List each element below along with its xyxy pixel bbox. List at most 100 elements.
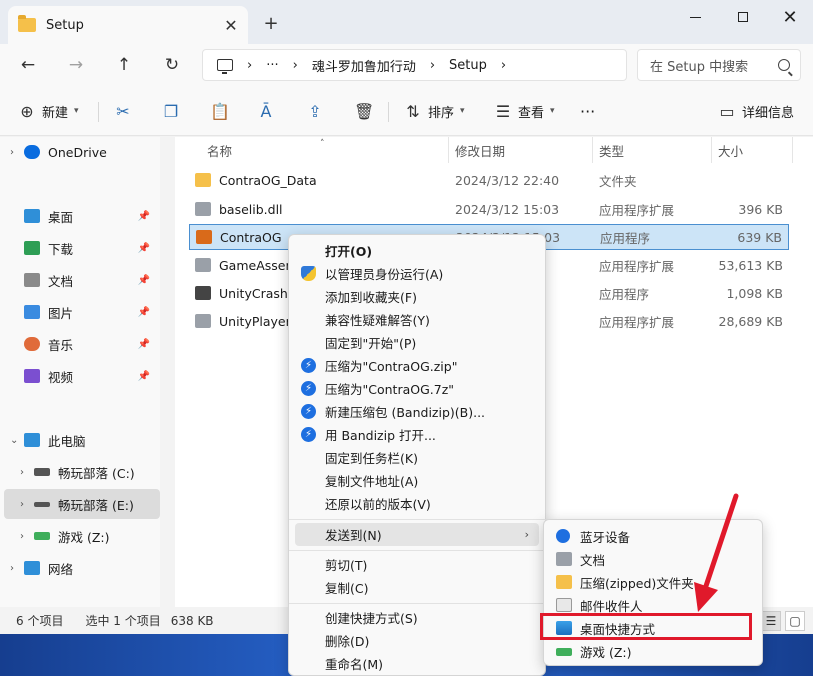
column-divider[interactable]: [792, 137, 793, 163]
menu-item-cut[interactable]: 剪切(T): [295, 553, 539, 576]
search-input[interactable]: 在 Setup 中搜索: [637, 49, 801, 81]
sidebar-item-this-pc[interactable]: ⌄ 此电脑: [0, 425, 156, 455]
sort-button[interactable]: ⇅ 排序 ▾: [404, 99, 464, 123]
sidebar-item-label: 游戏 (Z:): [58, 529, 110, 545]
file-icon: [195, 314, 211, 328]
menu-item-open[interactable]: 打开(O): [295, 239, 539, 262]
sidebar-item-drive-c[interactable]: › 畅玩部落 (C:): [0, 457, 156, 487]
menu-item-open-bandizip[interactable]: ⚡ 用 Bandizip 打开...: [295, 423, 539, 446]
submenu-item-label: 蓝牙设备: [580, 530, 631, 545]
sidebar-item-drive-z[interactable]: › 游戏 (Z:): [0, 521, 156, 551]
pin-icon[interactable]: 📌: [138, 371, 150, 382]
file-type: 文件夹: [599, 173, 637, 189]
column-divider[interactable]: [711, 137, 712, 163]
file-modified: 2024/3/12 15:03: [455, 201, 560, 217]
menu-item-copy[interactable]: 复制(C): [295, 576, 539, 599]
sidebar-item-pictures[interactable]: 图片 📌: [0, 297, 156, 327]
submenu-item-games[interactable]: 游戏 (Z:): [550, 640, 758, 663]
chevron-right-icon[interactable]: ›: [20, 499, 34, 510]
details-button[interactable]: ▭ 详细信息: [718, 99, 794, 123]
menu-item-rename[interactable]: 重命名(M): [295, 652, 539, 675]
column-header-modified[interactable]: 修改日期: [455, 137, 505, 163]
rename-button[interactable]: Ā: [257, 99, 281, 123]
file-modified: 2024/3/12 22:40: [455, 172, 560, 188]
maximize-icon: [738, 12, 748, 22]
sidebar-item-onedrive[interactable]: › OneDrive: [0, 137, 156, 167]
menu-item-copy-path[interactable]: 复制文件地址(A): [295, 469, 539, 492]
tab-close-icon[interactable]: ✕: [220, 14, 242, 36]
pin-icon[interactable]: 📌: [138, 243, 150, 254]
menu-item-create-shortcut[interactable]: 创建快捷方式(S): [295, 606, 539, 629]
refresh-button[interactable]: ↻: [158, 52, 186, 78]
status-size: 638 KB: [170, 613, 214, 628]
breadcrumb-item[interactable]: 魂斗罗加鲁加行动: [312, 56, 416, 75]
arrow-head: [694, 582, 718, 612]
menu-item-delete[interactable]: 删除(D): [295, 629, 539, 652]
column-header-size[interactable]: 大小: [718, 137, 743, 163]
picture-icon: [24, 305, 40, 319]
pin-icon[interactable]: 📌: [138, 339, 150, 350]
minimize-button[interactable]: [672, 4, 718, 30]
sidebar-item-videos[interactable]: 视频 📌: [0, 361, 156, 391]
cut-button[interactable]: ✂: [114, 99, 138, 123]
menu-item-compress-7z[interactable]: ⚡ 压缩为"ContraOG.7z": [295, 377, 539, 400]
column-divider[interactable]: [448, 137, 449, 163]
column-divider[interactable]: [592, 137, 593, 163]
column-header-name[interactable]: 名称: [207, 137, 232, 163]
up-button[interactable]: ↑: [110, 52, 138, 78]
title-bar: Setup ✕ + ✕: [0, 0, 813, 44]
menu-item-new-archive[interactable]: ⚡ 新建压缩包 (Bandizip)(B)...: [295, 400, 539, 423]
menu-item-add-favorite[interactable]: 添加到收藏夹(F): [295, 285, 539, 308]
search-icon: [778, 59, 790, 71]
back-button[interactable]: ←: [14, 52, 42, 78]
sidebar-item-drive-e[interactable]: › 畅玩部落 (E:): [4, 489, 160, 519]
sidebar-item-label: 畅玩部落 (E:): [58, 497, 134, 513]
menu-item-send-to[interactable]: 发送到(N) ›: [295, 523, 539, 546]
paste-button[interactable]: 📋: [210, 99, 234, 123]
new-button[interactable]: ⊕ 新建 ▾: [18, 99, 78, 123]
sidebar-item-documents[interactable]: 文档 📌: [0, 265, 156, 295]
bandizip-icon: ⚡: [301, 381, 316, 396]
forward-button[interactable]: →: [62, 52, 90, 78]
breadcrumb-ellipsis[interactable]: ···: [266, 58, 278, 73]
menu-item-pin-taskbar[interactable]: 固定到任务栏(K): [295, 446, 539, 469]
sidebar-item-downloads[interactable]: 下载 📌: [0, 233, 156, 263]
share-button[interactable]: ⇪: [306, 99, 330, 123]
menu-item-pin-start[interactable]: 固定到"开始"(P): [295, 331, 539, 354]
table-row[interactable]: baselib.dll 2024/3/12 15:03 应用程序扩展 396 KB: [189, 196, 789, 222]
close-button[interactable]: ✕: [767, 4, 813, 30]
sidebar-item-network[interactable]: › 网络: [0, 553, 156, 583]
tiles-view-button[interactable]: ▢: [785, 611, 805, 631]
chevron-right-icon[interactable]: ›: [10, 147, 24, 158]
pin-icon[interactable]: 📌: [138, 211, 150, 222]
tab-setup[interactable]: Setup ✕: [8, 6, 248, 44]
pin-icon[interactable]: 📌: [138, 307, 150, 318]
table-row[interactable]: ContraOG_Data 2024/3/12 22:40 文件夹: [189, 167, 789, 193]
bandizip-icon: ⚡: [301, 358, 316, 373]
view-button[interactable]: ☰ 查看 ▾: [494, 99, 555, 123]
cloud-icon: [24, 145, 40, 159]
chevron-right-icon[interactable]: ›: [10, 563, 24, 574]
details-view-button[interactable]: ☰: [761, 611, 781, 631]
maximize-button[interactable]: [720, 4, 766, 30]
more-button[interactable]: ···: [580, 99, 595, 123]
sidebar-item-label: 图片: [48, 305, 74, 321]
menu-item-run-as-admin[interactable]: 以管理员身份运行(A): [295, 262, 539, 285]
menu-item-compress-zip[interactable]: ⚡ 压缩为"ContraOG.zip": [295, 354, 539, 377]
address-bar[interactable]: › ··· › 魂斗罗加鲁加行动 › Setup ›: [202, 49, 627, 81]
delete-button[interactable]: 🗑: [354, 99, 378, 123]
copy-button[interactable]: ❐: [162, 99, 186, 123]
breadcrumb-item[interactable]: Setup: [449, 58, 487, 73]
sidebar-item-desktop[interactable]: 桌面 📌: [0, 201, 156, 231]
new-tab-button[interactable]: +: [260, 12, 282, 34]
sidebar-item-music[interactable]: 音乐 📌: [0, 329, 156, 359]
menu-item-restore-versions[interactable]: 还原以前的版本(V): [295, 492, 539, 515]
details-label: 详细信息: [742, 105, 795, 121]
chevron-right-icon[interactable]: ›: [20, 467, 34, 478]
computer-icon: [24, 433, 40, 447]
menu-item-compatibility[interactable]: 兼容性疑难解答(Y): [295, 308, 539, 331]
column-header-type[interactable]: 类型: [599, 137, 624, 163]
pin-icon[interactable]: 📌: [138, 275, 150, 286]
chevron-right-icon[interactable]: ›: [20, 531, 34, 542]
chevron-down-icon[interactable]: ⌄: [10, 435, 24, 446]
